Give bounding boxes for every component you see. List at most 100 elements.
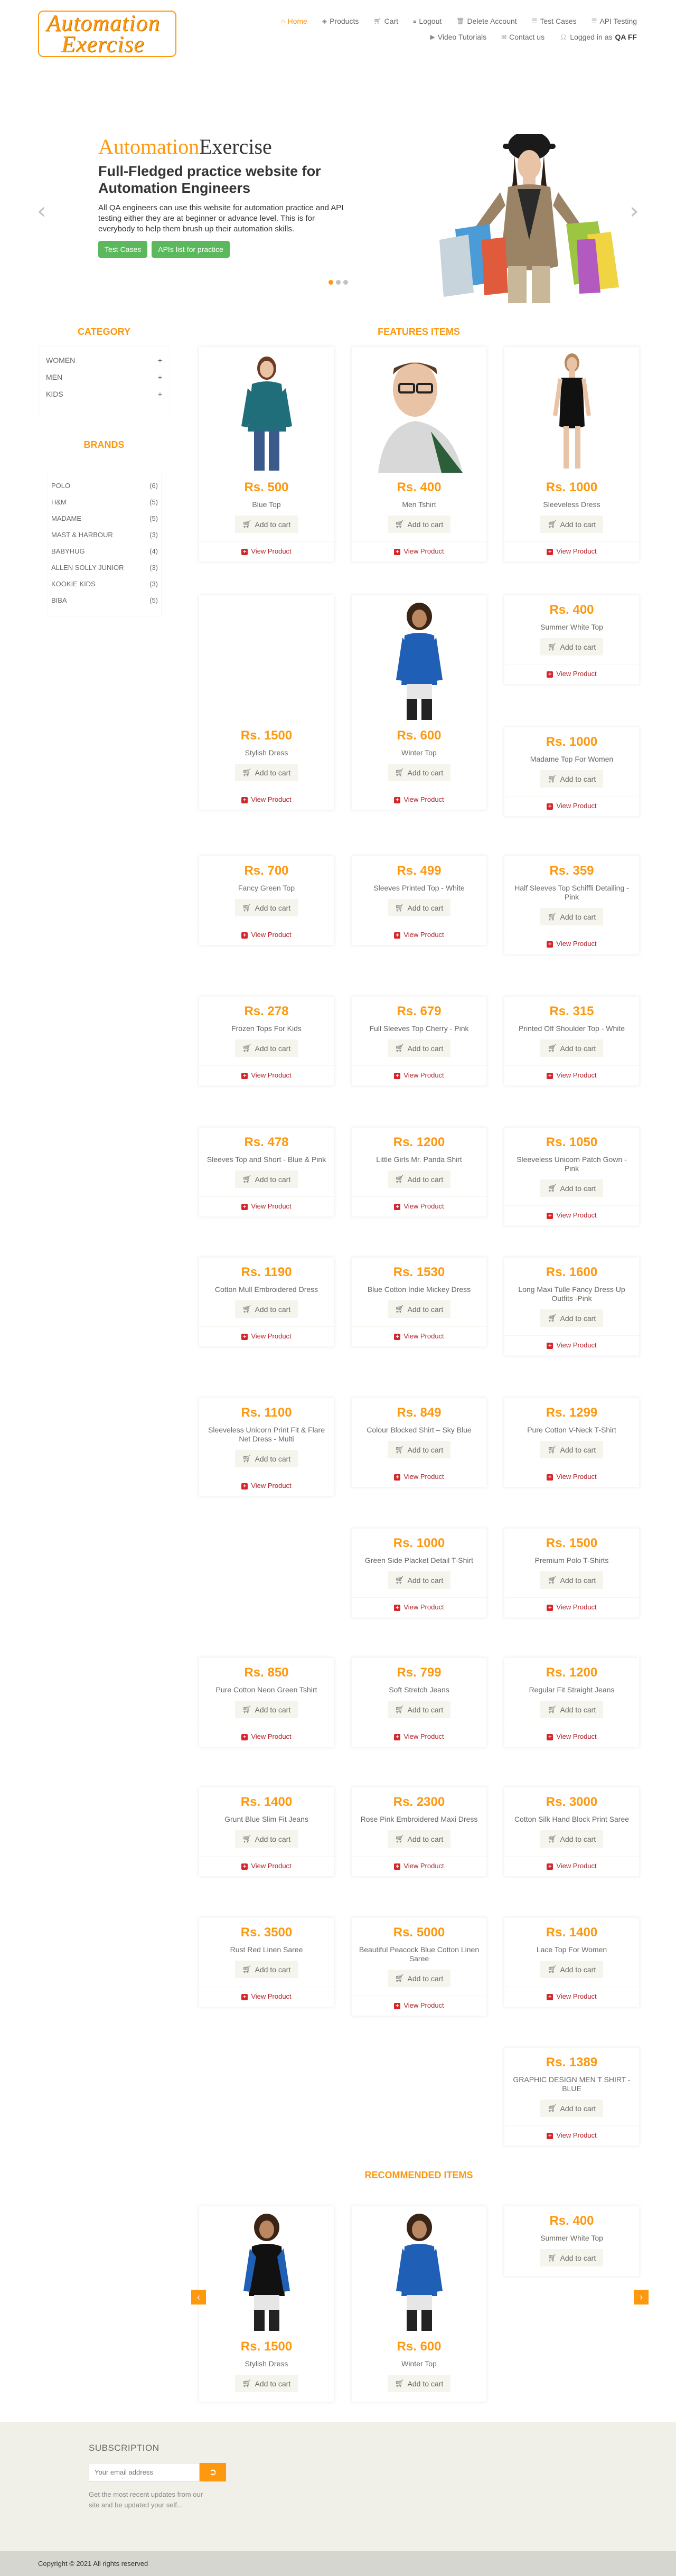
view-product-link[interactable]: + View Product: [504, 1727, 639, 1747]
add-to-cart-button[interactable]: 🛒︎ Add to cart: [387, 764, 451, 781]
brand-item[interactable]: MAST & HARBOUR (3): [48, 527, 161, 543]
add-to-cart-button[interactable]: 🛒︎ Add to cart: [540, 1309, 604, 1327]
view-product-link[interactable]: + View Product: [504, 934, 639, 954]
category-women[interactable]: WOMEN +: [39, 352, 170, 369]
view-product-link[interactable]: + View Product: [504, 1987, 639, 2007]
add-to-cart-button[interactable]: 🛒︎ Add to cart: [540, 638, 604, 655]
nav-cart[interactable]: 🛒︎ Cart: [366, 15, 406, 27]
carousel-next-arrow[interactable]: ›: [630, 198, 639, 224]
view-product-link[interactable]: + View Product: [504, 1335, 639, 1355]
view-product-link[interactable]: + View Product: [199, 1987, 334, 2007]
add-to-cart-button[interactable]: 🛒︎ Add to cart: [540, 1441, 604, 1458]
add-to-cart-button[interactable]: 🛒︎ Add to cart: [387, 2375, 451, 2392]
nav-delete-account[interactable]: 🗑︎ Delete Account: [449, 15, 524, 27]
view-product-link[interactable]: + View Product: [352, 1326, 486, 1346]
brand-item[interactable]: H&M (5): [48, 494, 161, 510]
add-to-cart-button[interactable]: 🛒︎ Add to cart: [540, 2249, 604, 2266]
subscribe-button[interactable]: ➲: [200, 2463, 226, 2481]
add-to-cart-button[interactable]: 🛒︎ Add to cart: [234, 1300, 298, 1318]
view-product-link[interactable]: + View Product: [199, 790, 334, 810]
view-product-link[interactable]: + View Product: [352, 1196, 486, 1216]
carousel-dot[interactable]: [336, 280, 341, 285]
view-product-link[interactable]: + View Product: [199, 1476, 334, 1496]
add-to-cart-button[interactable]: 🛒︎ Add to cart: [540, 1701, 604, 1718]
add-to-cart-button[interactable]: 🛒︎ Add to cart: [540, 516, 604, 533]
add-to-cart-button[interactable]: 🛒︎ Add to cart: [540, 1961, 604, 1978]
brand-item[interactable]: POLO (6): [48, 477, 161, 494]
view-product-link[interactable]: + View Product: [352, 541, 486, 561]
apis-list-button[interactable]: APIs list for practice: [152, 241, 230, 258]
view-product-link[interactable]: + View Product: [504, 664, 639, 684]
nav-products[interactable]: ◈ Products: [315, 15, 366, 27]
view-product-link[interactable]: + View Product: [504, 1467, 639, 1487]
carousel-prev-arrow[interactable]: ‹: [37, 198, 46, 224]
view-product-link[interactable]: + View Product: [199, 1727, 334, 1747]
view-product-link[interactable]: + View Product: [352, 1467, 486, 1487]
recommended-next-arrow[interactable]: ›: [634, 2290, 649, 2305]
view-product-link[interactable]: + View Product: [504, 2125, 639, 2146]
add-to-cart-button[interactable]: 🛒︎ Add to cart: [234, 1170, 298, 1188]
category-kids[interactable]: KIDS +: [39, 386, 170, 402]
add-to-cart-button[interactable]: 🛒︎ Add to cart: [540, 1830, 604, 1848]
brand-item[interactable]: MADAME (5): [48, 510, 161, 527]
view-product-link[interactable]: + View Product: [199, 1196, 334, 1216]
view-product-link[interactable]: + View Product: [352, 1597, 486, 1617]
view-product-link[interactable]: + View Product: [504, 1065, 639, 1085]
brand-item[interactable]: BIBA (5): [48, 592, 161, 608]
nav-contact-us[interactable]: ✉ Contact us: [494, 31, 552, 43]
add-to-cart-button[interactable]: 🛒︎ Add to cart: [387, 516, 451, 533]
nav-logout[interactable]: 🔒︎ Logout: [406, 15, 449, 27]
site-logo[interactable]: Automation Exercise: [38, 11, 176, 57]
add-to-cart-button[interactable]: 🛒︎ Add to cart: [387, 1830, 451, 1848]
add-to-cart-button[interactable]: 🛒︎ Add to cart: [234, 1830, 298, 1848]
view-product-link[interactable]: + View Product: [504, 1205, 639, 1225]
view-product-link[interactable]: + View Product: [352, 1856, 486, 1876]
add-to-cart-button[interactable]: 🛒︎ Add to cart: [387, 1441, 451, 1458]
carousel-dot[interactable]: [328, 280, 333, 285]
brand-item[interactable]: ALLEN SOLLY JUNIOR (3): [48, 559, 161, 576]
brand-item[interactable]: BABYHUG (4): [48, 543, 161, 559]
test-cases-button[interactable]: Test Cases: [98, 241, 148, 258]
add-to-cart-button[interactable]: 🛒︎ Add to cart: [234, 899, 298, 916]
add-to-cart-button[interactable]: 🛒︎ Add to cart: [387, 899, 451, 916]
subscribe-email-input[interactable]: [89, 2463, 200, 2481]
view-product-link[interactable]: + View Product: [504, 541, 639, 561]
view-product-link[interactable]: + View Product: [352, 790, 486, 810]
nav-api-testing[interactable]: ☰ API Testing: [584, 15, 644, 27]
nav-home[interactable]: ⌂ Home: [274, 15, 315, 27]
view-product-link[interactable]: + View Product: [352, 925, 486, 945]
category-men[interactable]: MEN +: [39, 369, 170, 386]
add-to-cart-button[interactable]: 🛒︎ Add to cart: [540, 1039, 604, 1057]
add-to-cart-button[interactable]: 🛒︎ Add to cart: [387, 1039, 451, 1057]
brand-item[interactable]: KOOKIE KIDS (3): [48, 576, 161, 592]
carousel-dot[interactable]: [343, 280, 348, 285]
add-to-cart-button[interactable]: 🛒︎ Add to cart: [387, 1571, 451, 1589]
view-product-link[interactable]: + View Product: [352, 1727, 486, 1747]
add-to-cart-button[interactable]: 🛒︎ Add to cart: [387, 1970, 451, 1987]
add-to-cart-button[interactable]: 🛒︎ Add to cart: [234, 1701, 298, 1718]
add-to-cart-button[interactable]: 🛒︎ Add to cart: [234, 2375, 298, 2392]
view-product-link[interactable]: + View Product: [352, 1065, 486, 1085]
add-to-cart-button[interactable]: 🛒︎ Add to cart: [387, 1300, 451, 1318]
add-to-cart-button[interactable]: 🛒︎ Add to cart: [234, 1450, 298, 1467]
view-product-link[interactable]: + View Product: [199, 1065, 334, 1085]
add-to-cart-button[interactable]: 🛒︎ Add to cart: [540, 1179, 604, 1197]
view-product-link[interactable]: + View Product: [504, 796, 639, 816]
add-to-cart-button[interactable]: 🛒︎ Add to cart: [234, 516, 298, 533]
view-product-link[interactable]: + View Product: [199, 925, 334, 945]
view-product-link[interactable]: + View Product: [504, 1856, 639, 1876]
add-to-cart-button[interactable]: 🛒︎ Add to cart: [540, 908, 604, 925]
view-product-link[interactable]: + View Product: [199, 1856, 334, 1876]
recommended-prev-arrow[interactable]: ‹: [191, 2290, 206, 2305]
add-to-cart-button[interactable]: 🛒︎ Add to cart: [387, 1170, 451, 1188]
add-to-cart-button[interactable]: 🛒︎ Add to cart: [540, 2100, 604, 2117]
nav-video-tutorials[interactable]: ▶ Video Tutorials: [423, 31, 494, 43]
nav-test-cases[interactable]: ☰ Test Cases: [524, 15, 584, 27]
add-to-cart-button[interactable]: 🛒︎ Add to cart: [540, 770, 604, 788]
view-product-link[interactable]: + View Product: [504, 1597, 639, 1617]
add-to-cart-button[interactable]: 🛒︎ Add to cart: [387, 1701, 451, 1718]
add-to-cart-button[interactable]: 🛒︎ Add to cart: [540, 1571, 604, 1589]
add-to-cart-button[interactable]: 🛒︎ Add to cart: [234, 1961, 298, 1978]
view-product-link[interactable]: + View Product: [199, 1326, 334, 1346]
view-product-link[interactable]: + View Product: [352, 1996, 486, 2016]
